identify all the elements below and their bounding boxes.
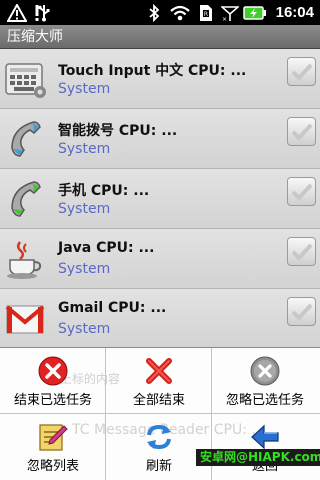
process-checkbox[interactable]	[287, 177, 316, 206]
svg-text:×: ×	[222, 16, 227, 21]
process-name: Gmail CPU: ...	[58, 300, 167, 316]
checkmark-icon	[291, 63, 312, 81]
process-checkbox[interactable]	[287, 237, 316, 266]
phone-icon	[4, 178, 46, 220]
process-type: System	[58, 141, 111, 157]
checkmark-icon	[291, 183, 312, 201]
menu-label: 结束已选任务	[13, 393, 92, 408]
red-x-icon	[144, 356, 174, 386]
back-button[interactable]: 返回	[212, 414, 320, 480]
checkmark-icon	[291, 303, 312, 321]
keyboard-icon	[4, 58, 46, 100]
battery-charging-icon	[243, 3, 267, 22]
checkmark-icon	[291, 123, 312, 141]
edit-list-icon	[38, 422, 68, 452]
red-x-circle-icon	[38, 356, 68, 386]
ignore-selected-button[interactable]: 忽略已选任务	[212, 348, 320, 414]
menu-label: 忽略已选任务	[225, 393, 304, 408]
refresh-button[interactable]: 刷新	[106, 414, 212, 480]
back-arrow-icon	[250, 422, 280, 452]
gray-x-circle-icon	[250, 356, 280, 386]
warning-icon	[6, 3, 28, 22]
svg-text:R: R	[204, 11, 208, 18]
bluetooth-icon	[146, 3, 162, 22]
wifi-icon	[170, 3, 190, 22]
end-selected-button[interactable]: 结束已选任务	[0, 348, 106, 414]
process-type: System	[58, 201, 111, 217]
list-item[interactable]: Gmail CPU: ... System	[0, 289, 320, 349]
watermark: 安卓网@HIAPK.com	[196, 449, 320, 466]
process-type: System	[58, 321, 111, 337]
process-type: System	[58, 81, 111, 97]
checkmark-icon	[291, 243, 312, 261]
status-clock: 16:04	[275, 4, 314, 21]
coffee-cup-icon	[4, 238, 46, 280]
list-item[interactable]: Touch Input 中文 CPU: ... System	[0, 49, 320, 109]
process-checkbox[interactable]	[287, 297, 316, 326]
process-name: 手机 CPU: ...	[58, 183, 150, 199]
signal-icon: ×	[220, 3, 240, 22]
process-checkbox[interactable]	[287, 57, 316, 86]
refresh-icon	[144, 422, 174, 452]
phone-icon	[4, 118, 46, 160]
end-all-button[interactable]: 全部结束	[106, 348, 212, 414]
process-name: Java CPU: ...	[58, 240, 155, 256]
process-checkbox[interactable]	[287, 117, 316, 146]
ignore-list-button[interactable]: 忽略列表	[0, 414, 106, 480]
list-item[interactable]: Java CPU: ... System	[0, 229, 320, 289]
list-item[interactable]: 手机 CPU: ... System	[0, 169, 320, 229]
gmail-icon	[4, 298, 46, 340]
process-type: System	[58, 261, 111, 277]
title-bar: 压缩大师	[0, 25, 320, 49]
menu-label: 全部结束	[132, 393, 185, 408]
sim-card-icon: R	[196, 3, 216, 22]
status-bar: R × 16:04	[0, 0, 320, 25]
app-title: 压缩大师	[7, 29, 63, 45]
menu-label: 忽略列表	[26, 459, 79, 474]
process-name: Touch Input 中文 CPU: ...	[58, 63, 247, 79]
usb-icon	[36, 3, 52, 22]
list-item[interactable]: 智能拨号 CPU: ... System	[0, 109, 320, 169]
process-name: 智能拨号 CPU: ...	[58, 123, 178, 139]
